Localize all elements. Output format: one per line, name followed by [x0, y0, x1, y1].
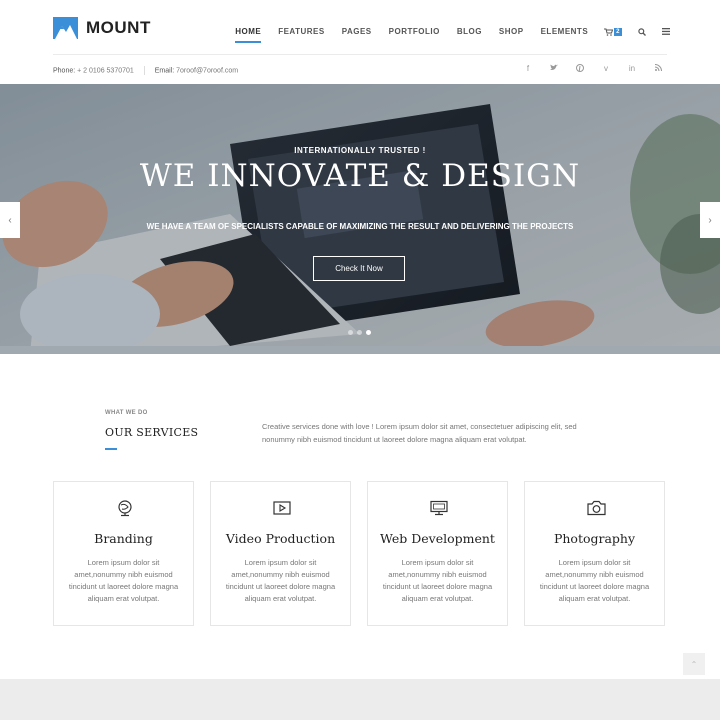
search-button[interactable] [638, 27, 646, 36]
contact-info: Phone: + 2 0106 5370701 Email: 7oroof@7o… [53, 66, 238, 75]
social-links: f v in [506, 63, 662, 74]
camera-icon [585, 497, 607, 519]
header-divider [53, 54, 667, 55]
service-card-photography[interactable]: Photography Lorem ipsum dolor sit amet,n… [524, 481, 665, 626]
cart-count-badge: 2 [614, 27, 622, 36]
services-title-underline [105, 448, 117, 450]
service-description: Lorem ipsum dolor sit amet,nonummy nibh … [382, 558, 493, 603]
linkedin-icon[interactable]: in [628, 64, 636, 74]
hamburger-menu-icon [662, 28, 670, 35]
nav-blog[interactable]: BLOG [457, 27, 482, 36]
service-title: Web Development [380, 531, 495, 546]
main-nav: HOME FEATURES PAGES PORTFOLIO BLOG SHOP … [235, 27, 670, 43]
slider-dot-1[interactable] [348, 330, 353, 335]
services-title: OUR SERVICES [105, 426, 199, 439]
service-title: Branding [94, 531, 153, 546]
hero-title: WE INNOVATE & DESIGN [139, 158, 581, 194]
pinterest-icon[interactable] [576, 64, 584, 74]
slider-dot-2[interactable] [357, 330, 362, 335]
phone-number: + 2 0106 5370701 [77, 67, 134, 75]
cart-icon [604, 28, 614, 36]
monitor-icon [428, 497, 450, 519]
rss-icon[interactable] [654, 63, 662, 74]
menu-button[interactable] [662, 28, 670, 35]
cart-button[interactable]: 2 [604, 27, 622, 36]
service-title: Video Production [225, 531, 336, 546]
service-card-video-production[interactable]: Video Production Lorem ipsum dolor sit a… [210, 481, 351, 626]
contact-separator [143, 66, 145, 75]
facebook-icon[interactable]: f [524, 64, 532, 74]
service-title: Photography [553, 531, 636, 546]
service-description: Lorem ipsum dolor sit amet,nonummy nibh … [539, 558, 650, 603]
vimeo-icon[interactable]: v [602, 64, 610, 74]
slider-dot-3[interactable] [366, 330, 371, 335]
slider-next-button[interactable]: › [700, 202, 720, 238]
site-header: MOUNT HOME FEATURES PAGES PORTFOLIO BLOG… [0, 0, 720, 56]
nav-shop[interactable]: SHOP [499, 27, 524, 36]
chevron-up-icon: ⌃ [690, 659, 698, 669]
contact-bar: Phone: + 2 0106 5370701 Email: 7oroof@7o… [53, 63, 667, 79]
hero-slider: INTERNATIONALLY TRUSTED ! WE INNOVATE & … [0, 84, 720, 354]
hero-overlay [0, 84, 720, 354]
nav-elements[interactable]: ELEMENTS [541, 27, 589, 36]
services-cards: Branding Lorem ipsum dolor sit amet,nonu… [53, 481, 665, 626]
nav-home[interactable]: HOME [235, 27, 262, 43]
search-icon [638, 27, 646, 36]
logo[interactable]: MOUNT [53, 17, 151, 39]
services-kicker: WHAT WE DO [105, 410, 148, 416]
hero-subtitle: WE HAVE A TEAM OF SPECIALISTS CAPABLE OF… [146, 222, 574, 231]
brand-name: MOUNT [86, 18, 151, 37]
footer-section [0, 679, 720, 720]
chevron-right-icon: › [708, 214, 712, 226]
email-label: Email: [154, 67, 175, 75]
slider-prev-button[interactable]: ‹ [0, 202, 20, 238]
slider-pagination [346, 330, 373, 335]
service-card-branding[interactable]: Branding Lorem ipsum dolor sit amet,nonu… [53, 481, 194, 626]
services-intro: Creative services done with love ! Lorem… [262, 422, 577, 444]
hero-kicker: INTERNATIONALLY TRUSTED ! [294, 146, 426, 155]
twitter-icon[interactable] [550, 64, 558, 74]
globe-pen-icon [114, 497, 136, 519]
nav-pages[interactable]: PAGES [342, 27, 372, 36]
service-card-web-development[interactable]: Web Development Lorem ipsum dolor sit am… [367, 481, 508, 626]
video-play-icon [271, 497, 293, 519]
chevron-left-icon: ‹ [8, 214, 12, 226]
email-address[interactable]: 7oroof@7oroof.com [176, 67, 238, 74]
service-description: Lorem ipsum dolor sit amet,nonummy nibh … [225, 558, 336, 603]
check-it-now-button[interactable]: Check It Now [313, 256, 405, 281]
back-to-top-button[interactable]: ⌃ [683, 653, 705, 675]
mountain-logo-icon [53, 17, 78, 39]
nav-portfolio[interactable]: PORTFOLIO [389, 27, 440, 36]
service-description: Lorem ipsum dolor sit amet,nonummy nibh … [68, 558, 179, 603]
phone-label: Phone: [53, 67, 76, 75]
nav-features[interactable]: FEATURES [278, 27, 325, 36]
